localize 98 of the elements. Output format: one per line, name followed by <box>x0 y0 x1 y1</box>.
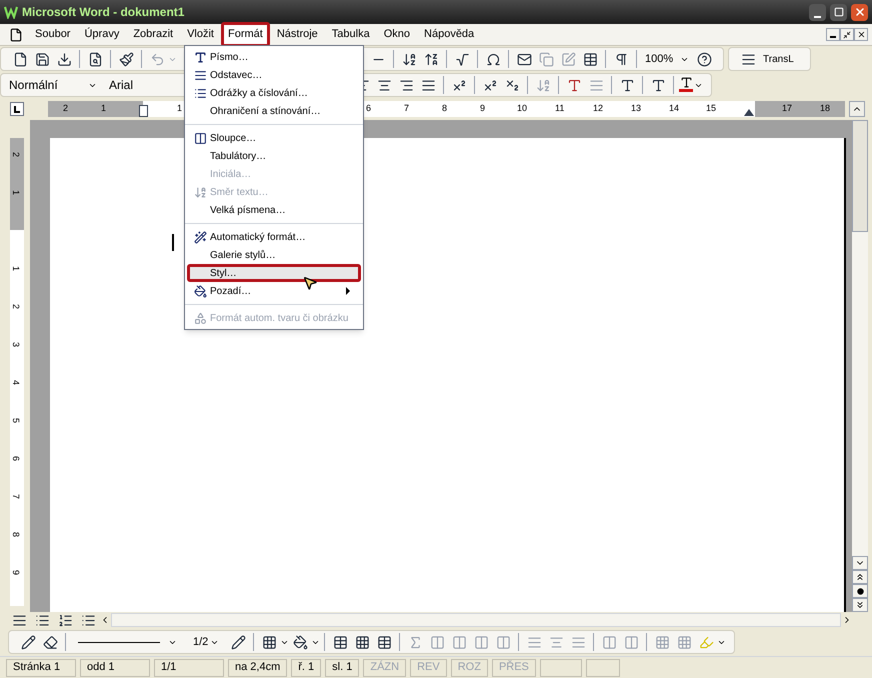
empty-status-field <box>540 658 582 676</box>
menu-item[interactable]: Soubor <box>28 22 78 47</box>
scroll-down-button[interactable] <box>852 556 868 570</box>
menu-entry[interactable]: Písmo… <box>187 48 361 66</box>
next-page-button[interactable] <box>852 598 868 612</box>
ruler-number: 2 <box>11 304 20 309</box>
trans-button[interactable]: TransL <box>763 52 802 66</box>
menu-entry[interactable]: Odstavec… <box>187 66 361 84</box>
close-icon <box>856 30 866 39</box>
status-field: odd 1 <box>80 658 150 676</box>
status-field: ZÁZN <box>363 658 406 676</box>
ruler-number: 1 <box>11 266 20 271</box>
restore-icon <box>843 30 851 38</box>
menu-entry[interactable]: Automatický formát… <box>187 228 361 246</box>
zoom-dropdown[interactable]: 100% <box>641 50 693 68</box>
indent-marker-icon[interactable] <box>139 105 148 117</box>
close-icon <box>854 6 866 18</box>
ruler-number: 8 <box>11 532 20 537</box>
mouse-pointer-icon <box>302 275 318 291</box>
double-up-arrow-icon <box>855 572 865 582</box>
doc-close-button[interactable] <box>854 28 868 41</box>
menu-item[interactable]: Vložit <box>180 22 221 47</box>
ruler-number: 2 <box>63 102 68 115</box>
ruler-number: 1 <box>11 190 20 195</box>
double-down-arrow-icon <box>855 600 865 610</box>
shape-format-icon <box>194 312 206 324</box>
menu-entry[interactable]: Styl… <box>187 264 361 282</box>
ruler-number: 4 <box>11 380 20 385</box>
menu-entry[interactable]: Sloupce… <box>187 129 361 147</box>
scroll-thumb[interactable] <box>852 120 868 232</box>
font-dropdown[interactable]: Arial <box>101 76 181 94</box>
ruler-number: 5 <box>11 418 20 423</box>
tab-selector[interactable] <box>10 102 24 116</box>
ruler-number: 6 <box>11 456 20 461</box>
ruler-number: 2 <box>11 152 20 157</box>
text-cursor <box>172 234 174 251</box>
menu-item[interactable]: Nástroje <box>270 22 325 47</box>
status-field: 1/1 <box>154 658 224 676</box>
columns-icon <box>194 132 206 144</box>
ruler-number: 18 <box>820 102 830 115</box>
status-field: Stránka 1 <box>6 658 76 676</box>
submenu-arrow-icon <box>346 287 350 295</box>
menu-item[interactable]: Okno <box>376 22 418 47</box>
maximize-icon <box>834 7 844 17</box>
menu-entry[interactable]: Odrážky a číslování… <box>187 84 361 102</box>
ruler-number: 6 <box>366 102 372 115</box>
menu-item[interactable]: Formát <box>220 22 270 47</box>
dot-icon <box>856 588 864 594</box>
ruler-number: 10 <box>517 102 528 115</box>
status-field: sl. 1 <box>325 658 360 676</box>
font-color-icon[interactable] <box>678 76 694 94</box>
menu-item[interactable]: Tabulka <box>324 22 377 47</box>
scroll-up-button[interactable] <box>849 101 865 117</box>
autoformat-icon <box>194 230 206 244</box>
line-weight-dropdown[interactable]: 1/2 <box>185 634 228 650</box>
menu-item[interactable]: Nápověda <box>417 22 482 47</box>
status-field: REV <box>410 658 447 676</box>
ruler-number: 12 <box>593 102 604 115</box>
style-dropdown[interactable]: Normální <box>9 76 101 94</box>
ruler-number: 9 <box>11 570 20 575</box>
status-field: ř. 1 <box>291 658 322 676</box>
window-title: Microsoft Word - dokument1 <box>22 4 184 21</box>
ruler-number: 7 <box>11 494 20 499</box>
menu-entry[interactable]: Velká písmena… <box>187 201 361 219</box>
status-field: PŘES <box>492 658 536 676</box>
doc-minimize-button[interactable] <box>826 28 840 41</box>
bulleted-list-icon <box>194 86 206 100</box>
ruler-number: 9 <box>480 102 486 115</box>
close-button[interactable] <box>851 4 868 20</box>
ruler-number: 1 <box>101 102 106 115</box>
font-icon <box>194 50 206 64</box>
menu-entry[interactable]: Tabulátory… <box>187 147 361 165</box>
maximize-button[interactable] <box>830 4 847 20</box>
menu-item[interactable]: Úpravy <box>77 22 126 47</box>
empty-status-field <box>586 658 620 676</box>
ruler-number: 14 <box>669 102 680 115</box>
menu-item[interactable]: Zobrazit <box>126 22 180 47</box>
status-field: na 2,4cm <box>228 658 288 676</box>
browse-object-button[interactable] <box>852 584 868 598</box>
ruler-number: 3 <box>11 342 20 347</box>
ruler-number: 13 <box>631 102 642 115</box>
doc-restore-button[interactable] <box>840 28 854 41</box>
status-field: ROZ <box>450 658 488 676</box>
ruler-number: 1 <box>177 102 182 115</box>
minimize-button[interactable] <box>809 4 826 20</box>
previous-page-button[interactable] <box>852 570 868 584</box>
document-icon[interactable] <box>8 26 24 42</box>
ruler-number: 7 <box>404 102 410 115</box>
ruler-number: 17 <box>782 102 792 115</box>
logo-icon <box>4 5 18 19</box>
ruler-number: 11 <box>555 102 564 115</box>
ruler-number: 8 <box>442 102 448 115</box>
menu-entry[interactable]: Ohraničení a stínování… <box>187 102 361 120</box>
ruler-number: 15 <box>706 102 716 115</box>
paint-bucket-icon <box>194 284 206 298</box>
paragraph-icon <box>194 68 206 82</box>
left-tab-icon <box>14 106 20 112</box>
menu-entry[interactable]: Galerie stylů… <box>187 246 361 264</box>
